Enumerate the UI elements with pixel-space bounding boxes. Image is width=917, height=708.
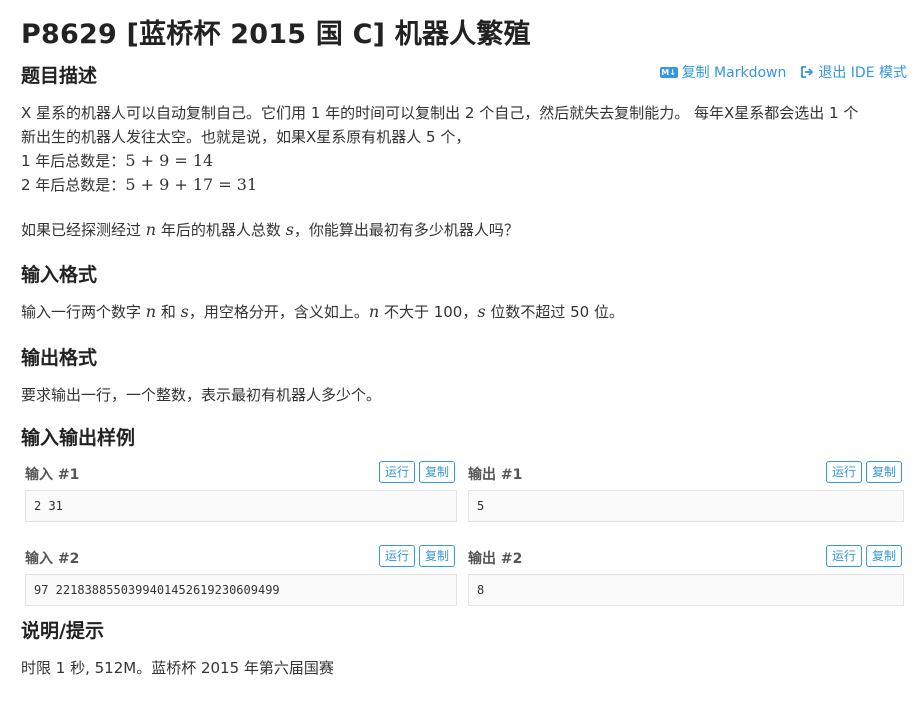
- line3-math: 5 + 9 = 14: [125, 151, 214, 170]
- sample-2-output-copy-button[interactable]: 复制: [865, 545, 902, 567]
- sample-1-output-label: 输出 #1: [468, 467, 523, 483]
- sample-2-output-content[interactable]: 8: [468, 574, 904, 606]
- hint-heading: 说明/提示: [21, 620, 104, 642]
- sample-1-output-run-button[interactable]: 运行: [825, 461, 862, 483]
- sample-2-input: 输入 #2 运行 复制 97 2218388550399401452619230…: [21, 545, 457, 608]
- sample-2-input-copy-button[interactable]: 复制: [418, 545, 455, 567]
- input-format-n-2: n: [368, 302, 380, 321]
- input-format-text-2: 和: [156, 303, 181, 321]
- sample-1-output-copy-button[interactable]: 复制: [865, 461, 902, 483]
- sample-1-output-actions: 运行 复制: [825, 461, 902, 483]
- description-line-1: X 星系的机器人可以自动复制自己。它们用 1 年的时间可以复制出 2 个自己，然…: [21, 104, 859, 122]
- output-format-heading: 输出格式: [21, 347, 98, 369]
- input-format-s: s: [180, 302, 189, 321]
- sample-1-run-button[interactable]: 运行: [378, 461, 415, 483]
- question-part-2: 年后的机器人总数: [156, 221, 286, 239]
- input-format-s-2: s: [477, 302, 486, 321]
- toolbar: M↓ 复制 Markdown 退出 IDE 模式: [659, 62, 907, 82]
- description-heading: 题目描述: [21, 65, 98, 87]
- sample-2-input-label: 输入 #2: [25, 551, 80, 567]
- question-s: s: [285, 220, 294, 239]
- sample-2-output: 输出 #2 运行 复制 8: [464, 545, 904, 608]
- copy-markdown-label: 复制 Markdown: [681, 65, 787, 81]
- exit-icon: [801, 66, 814, 78]
- exit-ide-label: 退出 IDE 模式: [818, 65, 907, 81]
- output-format-body: 要求输出一行，一个整数，表示最初有机器人多少个。: [21, 386, 382, 404]
- sample-2-output-actions: 运行 复制: [825, 545, 902, 567]
- question-part-1: 如果已经探测经过: [21, 221, 146, 239]
- input-format-text-4: 不大于 100，: [379, 303, 478, 321]
- description-line-2: 新出生的机器人发往太空。也就是说，如果X星系原有机器人 5 个，: [21, 128, 471, 146]
- sample-1-input: 输入 #1 运行 复制 2 31: [21, 461, 457, 524]
- sample-1-input-content[interactable]: 2 31: [25, 490, 457, 522]
- sample-2-output-run-button[interactable]: 运行: [825, 545, 862, 567]
- question-n: n: [145, 220, 157, 239]
- input-format-n: n: [145, 302, 157, 321]
- sample-1-output-content[interactable]: 5: [468, 490, 904, 522]
- sample-1-input-actions: 运行 复制: [378, 461, 455, 483]
- input-format-text-3: ，用空格分开，含义如上。: [188, 303, 369, 321]
- sample-1-output: 输出 #1 运行 复制 5: [464, 461, 904, 524]
- description-line-3: 1 年后总数是：5 + 9 = 14: [21, 149, 911, 173]
- exit-ide-button[interactable]: 退出 IDE 模式: [800, 62, 907, 82]
- line3-prefix: 1 年后总数是：: [21, 152, 126, 170]
- input-format-text-1: 输入一行两个数字: [21, 303, 146, 321]
- problem-title: P8629 [蓝桥杯 2015 国 C] 机器人繁殖: [21, 19, 531, 50]
- sample-2-input-content[interactable]: 97 2218388550399401452619230609499: [25, 574, 457, 606]
- markdown-icon: M↓: [659, 66, 678, 78]
- input-format-heading: 输入格式: [21, 264, 98, 286]
- description-body: X 星系的机器人可以自动复制自己。它们用 1 年的时间可以复制出 2 个自己，然…: [21, 101, 911, 197]
- question-part-3: ，你能算出最初有多少机器人吗？: [293, 221, 519, 239]
- samples-heading: 输入输出样例: [21, 427, 136, 449]
- sample-1-input-copy-button[interactable]: 复制: [418, 461, 455, 483]
- copy-markdown-button[interactable]: M↓ 复制 Markdown: [659, 62, 787, 82]
- hint-body: 时限 1 秒, 512M。蓝桥杯 2015 年第六届国赛: [21, 659, 334, 677]
- description-line-4: 2 年后总数是：5 + 9 + 17 = 31: [21, 173, 911, 197]
- line4-prefix: 2 年后总数是：: [21, 176, 126, 194]
- sample-2-output-label: 输出 #2: [468, 551, 523, 567]
- description-question: 如果已经探测经过 n 年后的机器人总数 s，你能算出最初有多少机器人吗？: [21, 218, 911, 242]
- problem-page: P8629 [蓝桥杯 2015 国 C] 机器人繁殖 M↓ 复制 Markdow…: [0, 0, 917, 708]
- sample-1-input-label: 输入 #1: [25, 467, 80, 483]
- input-format-text-5: 位数不超过 50 位。: [485, 303, 624, 321]
- input-format-body: 输入一行两个数字 n 和 s，用空格分开，含义如上。n 不大于 100，s 位数…: [21, 300, 911, 324]
- line4-math: 5 + 9 + 17 = 31: [125, 175, 258, 194]
- sample-2-input-actions: 运行 复制: [378, 545, 455, 567]
- sample-2-run-button[interactable]: 运行: [378, 545, 415, 567]
